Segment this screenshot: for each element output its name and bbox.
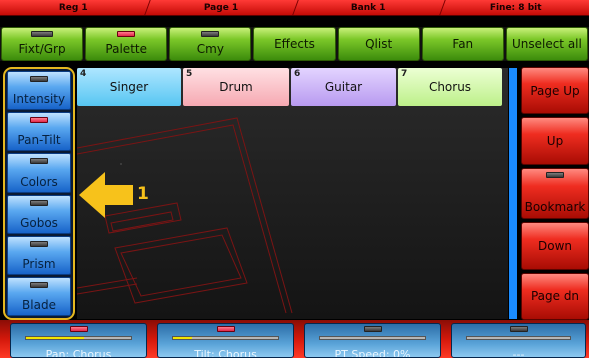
qlist-label: Qlist bbox=[365, 37, 393, 51]
effects-button[interactable]: Effects bbox=[253, 27, 336, 61]
encoder-label: PT Speed: 0% bbox=[334, 348, 411, 358]
prism-label: Prism bbox=[22, 256, 56, 271]
cmy-button[interactable]: Cmy bbox=[169, 27, 252, 61]
vertical-scrollbar[interactable] bbox=[509, 68, 517, 319]
led-indicator bbox=[30, 117, 48, 124]
intensity-label: Intensity bbox=[12, 92, 66, 107]
encoder-label: Pan: Chorus bbox=[45, 348, 112, 358]
cmy-label: Cmy bbox=[196, 42, 224, 56]
arrow-left-icon bbox=[79, 172, 133, 218]
encoder-level-fill bbox=[173, 337, 192, 339]
status-bar: Reg 1 Page 1 Bank 1 Fine: 8 bit bbox=[0, 0, 589, 16]
bookmark-button[interactable]: Bookmark bbox=[521, 167, 589, 220]
fixture-guitar[interactable]: 6 Guitar bbox=[291, 68, 396, 106]
pan-tilt-plot[interactable] bbox=[77, 108, 508, 319]
fixture-drum[interactable]: 5 Drum bbox=[183, 68, 289, 106]
page-dn-button[interactable]: Page dn bbox=[521, 272, 589, 321]
gobos-label: Gobos bbox=[20, 215, 58, 230]
encoder-tilt[interactable]: Tilt: Chorus bbox=[157, 323, 294, 358]
qlist-button[interactable]: Qlist bbox=[337, 27, 420, 61]
up-button[interactable]: Up bbox=[521, 117, 589, 165]
led-indicator bbox=[201, 31, 220, 37]
led-indicator bbox=[30, 199, 48, 206]
led-indicator bbox=[546, 171, 564, 178]
fan-label: Fan bbox=[452, 37, 474, 51]
blade-label: Blade bbox=[22, 298, 56, 313]
annotation-number: 1 bbox=[137, 184, 149, 204]
led-indicator bbox=[30, 281, 48, 288]
up-label: Up bbox=[546, 134, 564, 149]
encoder-level-fill bbox=[26, 337, 84, 339]
pan-tilt-label: Pan-Tilt bbox=[17, 133, 61, 148]
fixture-name: Singer bbox=[109, 80, 149, 94]
effects-label: Effects bbox=[274, 37, 315, 51]
status-bank: Bank 1 bbox=[292, 0, 446, 15]
led-indicator bbox=[30, 76, 48, 82]
led-indicator bbox=[30, 158, 48, 165]
unselect-all-label: Unselect all bbox=[511, 37, 582, 51]
fixt-grp-button[interactable]: Fixt/Grp bbox=[1, 27, 84, 61]
down-button[interactable]: Down bbox=[521, 222, 589, 270]
fixture-number: 5 bbox=[186, 69, 193, 79]
led-indicator bbox=[216, 326, 235, 332]
status-fine-label: Fine: 8 bit bbox=[489, 2, 542, 13]
encoder-pt-speed[interactable]: PT Speed: 0% bbox=[304, 323, 441, 358]
fixture-number: 4 bbox=[80, 69, 87, 79]
fixture-name: Drum bbox=[219, 80, 253, 94]
pan-tilt-button[interactable]: Pan-Tilt bbox=[7, 112, 71, 152]
page-dn-label: Page dn bbox=[530, 289, 580, 304]
fixture-bar: 4 Singer 5 Drum 6 Guitar 7 Chorus bbox=[77, 68, 508, 108]
gobos-button[interactable]: Gobos bbox=[7, 194, 71, 234]
encoder-label: Tilt: Chorus bbox=[194, 348, 257, 358]
colors-label: Colors bbox=[20, 174, 58, 189]
encoder-level-bar bbox=[466, 336, 571, 340]
intensity-button[interactable]: Intensity bbox=[7, 71, 71, 111]
encoder-level-bar bbox=[25, 336, 132, 340]
led-indicator bbox=[117, 31, 136, 37]
led-indicator bbox=[363, 326, 382, 332]
page-up-label: Page Up bbox=[530, 83, 580, 98]
fixture-number: 7 bbox=[401, 69, 408, 79]
led-indicator bbox=[509, 326, 528, 332]
fixture-number: 6 bbox=[294, 69, 301, 79]
fixt-grp-label: Fixt/Grp bbox=[18, 42, 66, 56]
colors-button[interactable]: Colors bbox=[7, 153, 71, 193]
encoder-bar: Pan: Chorus Tilt: Chorus PT Speed: 0% --… bbox=[0, 320, 589, 358]
led-indicator bbox=[69, 326, 88, 332]
navigation-panel: Page Up Up Bookmark Down Page dn bbox=[521, 67, 589, 321]
status-register-label: Reg 1 bbox=[58, 2, 88, 13]
status-register: Reg 1 bbox=[0, 0, 151, 15]
palette-button[interactable]: Palette bbox=[85, 27, 168, 61]
status-page-label: Page 1 bbox=[203, 2, 238, 13]
led-indicator bbox=[31, 31, 54, 37]
bookmark-label: Bookmark bbox=[524, 200, 586, 215]
attribute-panel: Intensity Pan-Tilt Colors Gobos Prism Bl… bbox=[3, 67, 75, 320]
down-label: Down bbox=[537, 238, 572, 253]
fixture-singer[interactable]: 4 Singer bbox=[77, 68, 181, 106]
status-page: Page 1 bbox=[144, 0, 298, 15]
status-fine: Fine: 8 bit bbox=[440, 0, 589, 15]
encoder-level-bar bbox=[319, 336, 426, 340]
encoder-empty[interactable]: --- bbox=[451, 323, 586, 358]
fixture-chorus[interactable]: 7 Chorus bbox=[398, 68, 502, 106]
plot-marker bbox=[120, 163, 122, 165]
status-bank-label: Bank 1 bbox=[350, 2, 386, 13]
fixture-name: Guitar bbox=[324, 80, 363, 94]
encoder-label: --- bbox=[512, 348, 525, 358]
fan-button[interactable]: Fan bbox=[421, 27, 504, 61]
blade-button[interactable]: Blade bbox=[7, 276, 71, 317]
top-toolbar: Fixt/Grp Palette Cmy Effects Qlist Fan U… bbox=[0, 27, 589, 61]
fixture-name: Chorus bbox=[428, 80, 472, 94]
prism-button[interactable]: Prism bbox=[7, 235, 71, 275]
page-up-button[interactable]: Page Up bbox=[521, 67, 589, 115]
palette-label: Palette bbox=[105, 42, 147, 56]
encoder-level-bar bbox=[172, 336, 279, 340]
encoder-pan[interactable]: Pan: Chorus bbox=[10, 323, 147, 358]
led-indicator bbox=[30, 240, 48, 247]
unselect-all-button[interactable]: Unselect all bbox=[505, 27, 588, 61]
